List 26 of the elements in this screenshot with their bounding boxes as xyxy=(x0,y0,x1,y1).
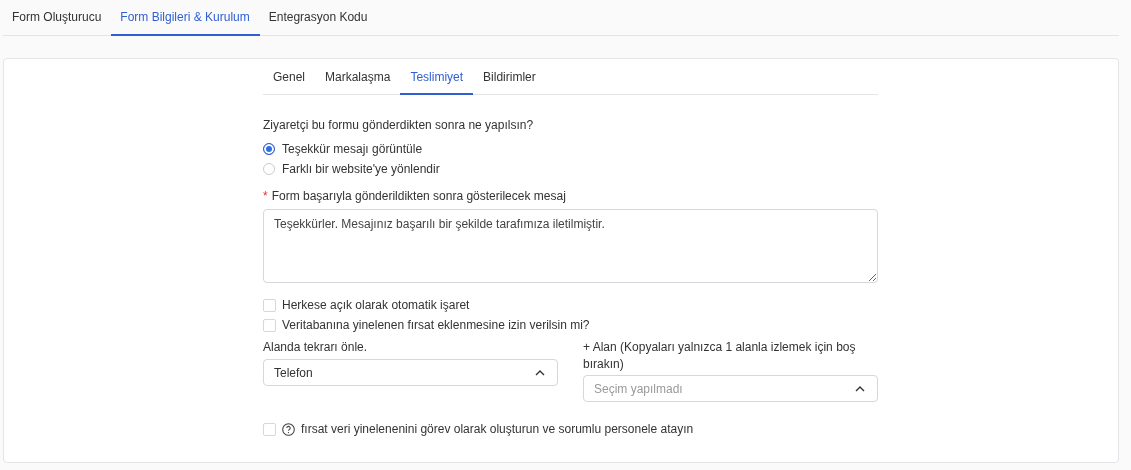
question-text: Ziyaretçi bu formu gönderdikten sonra ne yapılsın? xyxy=(263,118,535,132)
field-label: Alanda tekrarı önle. xyxy=(263,339,369,356)
select-field[interactable]: Telefon xyxy=(263,359,558,386)
chevron-up-icon xyxy=(535,369,545,376)
radio-button[interactable] xyxy=(263,143,275,155)
chevron-up-icon xyxy=(855,385,865,392)
help-icon xyxy=(282,422,295,436)
tab[interactable]: Form Bilgileri & Kurulum xyxy=(111,0,260,36)
checkbox[interactable] xyxy=(263,298,276,312)
radio-label: Teşekkür mesajı görüntüle xyxy=(282,142,423,156)
checkbox-label: Herkese açık olarak otomatik işaret xyxy=(282,298,470,312)
tab[interactable]: Teslimiyet xyxy=(400,60,474,95)
tab[interactable]: Bildirimler xyxy=(473,60,546,95)
required-mark: * xyxy=(263,189,268,203)
checkbox-label: Veritabanına yinelenen fırsat eklenmesine izin verilsin mi? xyxy=(282,318,590,332)
tab[interactable]: Genel xyxy=(263,60,316,95)
message-field[interactable]: Teşekkürler. Mesajınız başarılı bir şekilde tarafımıza iletilmiştir. xyxy=(263,209,878,283)
checkbox[interactable] xyxy=(263,422,276,436)
radio-label: Farklı bir website'ye yönlendir xyxy=(282,162,440,176)
checkbox-label: fırsat veri yinelenenini görev olarak oluşturun ve sorumlu personele atayın xyxy=(301,422,694,436)
tab[interactable]: Form Oluşturucu xyxy=(3,0,112,36)
field-label: + Alan (Kopyaları yalnızca 1 alanla izlemek için boş bırakın) xyxy=(583,339,857,373)
field-label: Form başarıyla gönderildikten sonra gösterilecek mesaj xyxy=(271,189,566,203)
tab[interactable]: Markalaşma xyxy=(315,60,401,95)
checkbox[interactable] xyxy=(263,318,276,332)
tab[interactable]: Entegrasyon Kodu xyxy=(259,0,378,36)
